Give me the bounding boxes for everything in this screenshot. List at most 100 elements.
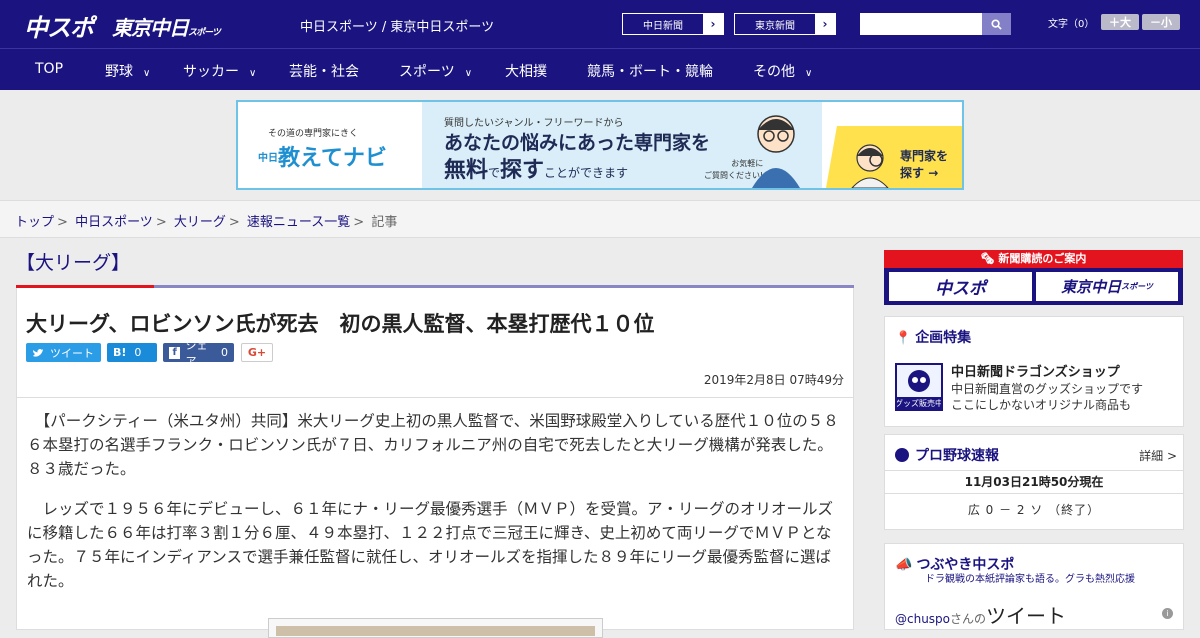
nav-item-entertainment[interactable]: 芸能・社会: [289, 61, 359, 81]
facebook-share-button[interactable]: f シェア 0: [163, 339, 234, 368]
chevron-right-icon: ›: [815, 14, 835, 34]
tokyo-shimbun-link-label: 東京新聞: [755, 20, 795, 32]
banner-can: ことができます: [544, 166, 629, 180]
font-size-label: 文字（0）: [1048, 19, 1095, 30]
shop-description: 中日新聞直営のグッズショップです ここにしかないオリジナル商品も: [951, 381, 1143, 413]
breadcrumb-sep: >: [228, 215, 240, 230]
google-plus-icon: G+: [247, 346, 267, 359]
photo-image: [276, 626, 595, 636]
subscribe-box: 🗞 新聞購読のご案内 中スポ 東京中日 スポーツ: [884, 250, 1183, 305]
main-nav: TOP 野球 ∨ サッカー ∨ 芸能・社会 スポーツ ∨ 大相撲 競馬・ボート・競輪 …: [0, 48, 1200, 90]
banner-headline-1: あなたの悩みにあった専門家を: [444, 132, 711, 154]
subscribe-tokyo-button[interactable]: 東京中日 スポーツ: [1036, 272, 1178, 301]
shop-desc-1: 中日新聞直営のグッズショップです: [951, 382, 1144, 396]
nav-item-other[interactable]: その他 ∨: [753, 61, 812, 81]
google-plus-button[interactable]: G+: [241, 343, 273, 362]
banner-cta[interactable]: 専門家を 探す →: [900, 148, 948, 182]
banner-cta-2: 探す: [900, 166, 925, 180]
nav-item-label: 大相撲: [505, 64, 547, 80]
search-input[interactable]: [860, 13, 982, 35]
subscribe-header: 🗞 新聞購読のご案内: [884, 250, 1183, 268]
shop-desc-2: ここにしかないオリジナル商品も: [951, 398, 1132, 412]
font-larger-button[interactable]: ＋大: [1101, 14, 1139, 30]
facebook-share-label: シェア: [185, 338, 208, 368]
chevron-right-icon: ›: [703, 14, 723, 34]
search-icon: [991, 18, 1002, 30]
banner-search: 探す: [500, 158, 545, 183]
game-score[interactable]: 広 0 － 2 ソ （終了）: [885, 501, 1183, 518]
breadcrumb-sep: >: [155, 215, 167, 230]
nav-item-sumo[interactable]: 大相撲: [505, 61, 547, 81]
searcher-illustration: [851, 144, 889, 188]
info-icon[interactable]: i: [1162, 608, 1173, 619]
breadcrumb-chuspo[interactable]: 中日スポーツ: [75, 215, 153, 230]
nav-item-label: TOP: [35, 61, 64, 77]
banner-question: 質問したいジャンル・フリーワードから: [444, 118, 624, 129]
nav-item-soccer[interactable]: サッカー ∨: [183, 61, 256, 81]
subscribe-tokyo-sub: スポーツ: [1121, 282, 1153, 291]
tokyo-chunichi-logo-sub: スポーツ: [188, 28, 221, 38]
site-title: 中日スポーツ / 東京中日スポーツ: [300, 20, 495, 35]
banner-logo-text: 教えてナビ: [278, 146, 387, 171]
subscribe-chuspo-button[interactable]: 中スポ: [889, 272, 1032, 301]
tokyo-chunichi-logo-text: 東京中日: [112, 16, 189, 40]
breadcrumb-current: 記事: [371, 215, 398, 230]
nav-item-label: その他: [753, 64, 795, 80]
baseball-score-card: プロ野球速報 詳細 > 11月03日21時50分現在 広 0 － 2 ソ （終了…: [884, 434, 1184, 530]
nav-item-label: 競馬・ボート・競輪: [587, 64, 713, 80]
chunichi-shimbun-link[interactable]: 中日新聞 ›: [622, 13, 724, 35]
top-bar: 中スポ 東京中日スポーツ 中日スポーツ / 東京中日スポーツ 中日新聞 › 東京…: [0, 0, 1200, 48]
hatena-button[interactable]: B! 0: [107, 343, 157, 362]
ad-banner[interactable]: その道の専門家にきく 中日教えてナビ 質問したいジャンル・フリーワードから あな…: [236, 100, 964, 190]
subscribe-tokyo-label: 東京中日: [1061, 278, 1122, 296]
nav-item-top[interactable]: TOP: [35, 61, 63, 77]
article-photo[interactable]: [268, 618, 603, 638]
breadcrumb-sep: >: [57, 215, 68, 230]
dragons-shop-image[interactable]: グッズ販売中: [895, 363, 943, 411]
banner-logo: 中日教えてナビ: [258, 140, 387, 172]
breadcrumb-mlb[interactable]: 大リーグ: [174, 215, 226, 230]
expert-illustration: [752, 115, 800, 188]
article-date: 2019年2月8日 07時49分: [703, 373, 844, 387]
chevron-down-icon: ∨: [249, 68, 257, 79]
tokyo-chunichi-logo[interactable]: 東京中日スポーツ: [112, 12, 221, 41]
breadcrumb: トップ > 中日スポーツ > 大リーグ > 速報ニュース一覧 > 記事: [0, 200, 1200, 238]
shop-badge: グッズ販売中: [897, 398, 941, 408]
banner-free: 無料: [444, 158, 489, 183]
tweet-button-label: ツイート: [50, 346, 94, 360]
tweet-button[interactable]: ツイート: [26, 343, 101, 362]
feature-title: 📍 企画特集: [895, 327, 971, 347]
twitter-bird-icon: [33, 348, 43, 357]
pin-icon: 📍: [895, 331, 912, 346]
baseball-icon: [895, 448, 909, 462]
tweets-account-line: @chuspoさんのツイート: [895, 600, 1066, 629]
chuspo-logo[interactable]: 中スポ: [24, 8, 94, 43]
nav-item-label: 芸能・社会: [289, 64, 359, 80]
nav-item-racing[interactable]: 競馬・ボート・競輪: [587, 61, 713, 81]
breadcrumb-sep: >: [353, 215, 365, 230]
twitter-account-link[interactable]: @chuspo: [895, 612, 950, 626]
shop-title[interactable]: 中日新聞ドラゴンズショップ: [951, 361, 1120, 380]
search-button[interactable]: [982, 13, 1011, 35]
hatena-icon: B!: [113, 346, 127, 359]
breadcrumb-news-list[interactable]: 速報ニュース一覧: [247, 215, 350, 230]
megaphone-icon: 📣: [895, 557, 913, 573]
tweets-subtitle: ドラ観戦の本紙評論家も語る。グラも熱烈応援: [925, 574, 1135, 585]
nav-item-label: スポーツ: [399, 64, 455, 80]
tweets-card: 📣 つぶやき中スポ ドラ観戦の本紙評論家も語る。グラも熱烈応援 @chuspoさん…: [884, 543, 1184, 630]
tokyo-shimbun-link[interactable]: 東京新聞 ›: [734, 13, 836, 35]
chevron-down-icon: ∨: [805, 68, 813, 79]
breadcrumb-top[interactable]: トップ: [15, 215, 54, 230]
chevron-down-icon: ∨: [143, 68, 151, 79]
nav-item-label: サッカー: [183, 64, 239, 80]
font-smaller-button[interactable]: －小: [1142, 14, 1180, 30]
nav-item-baseball[interactable]: 野球 ∨: [105, 61, 150, 81]
article-category[interactable]: 【大リーグ】: [16, 248, 130, 275]
baseball-detail-link[interactable]: 詳細 >: [1139, 447, 1177, 464]
nav-item-sports[interactable]: スポーツ ∨: [399, 61, 472, 81]
article-headline: 大リーグ、ロビンソン氏が死去 初の黒人監督、本塁打歴代１０位: [26, 312, 655, 336]
baseball-title-label: プロ野球速報: [915, 448, 999, 464]
nav-item-label: 野球: [105, 64, 133, 80]
article-paragraph: 【パークシティー（米ユタ州）共同】米大リーグ史上初の黒人監督で、米国野球殿堂入り…: [27, 412, 839, 478]
facebook-icon: f: [169, 346, 181, 359]
